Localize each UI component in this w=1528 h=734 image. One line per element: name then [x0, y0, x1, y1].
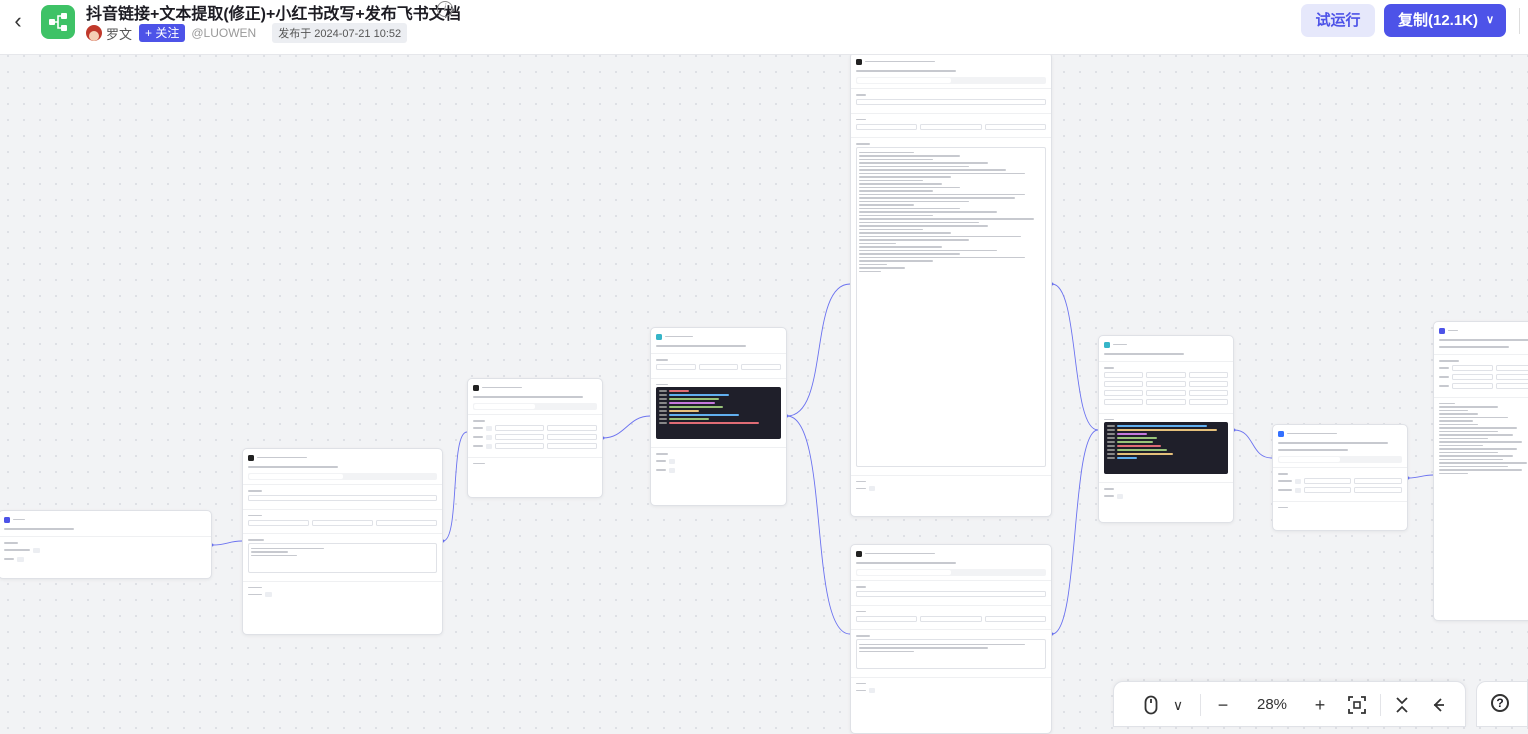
page-title: 抖音链接+文本提取(修正)+小红书改写+发布飞书文档 — [86, 6, 461, 23]
zoom-out-button[interactable]: − — [1212, 693, 1234, 717]
follow-button[interactable]: + 关注 — [139, 24, 186, 42]
edge — [442, 431, 468, 542]
edge — [786, 415, 851, 635]
edge — [1051, 283, 1099, 431]
workflow-node-llm-rewrite[interactable] — [850, 52, 1052, 517]
author-handle: @LUOWEN — [191, 26, 257, 40]
zoom-level: 28% — [1256, 696, 1288, 713]
workflow-icon — [49, 13, 67, 31]
trial-run-button[interactable]: 试运行 — [1301, 4, 1375, 37]
help-button[interactable]: ? — [1476, 681, 1528, 727]
author-name[interactable]: 罗文 — [106, 24, 132, 43]
workflow-node-llm-title[interactable] — [850, 544, 1052, 734]
zoom-in-button[interactable]: + — [1309, 693, 1331, 717]
edge — [1233, 429, 1273, 459]
author-meta: 罗文 + 关注 @LUOWEN 发布于 2024-07-21 10:52 — [86, 23, 408, 43]
workflow-node-llm[interactable] — [242, 448, 443, 635]
avatar[interactable] — [86, 25, 102, 41]
workflow-logo — [41, 5, 75, 39]
workflow-node-start[interactable] — [0, 510, 212, 579]
workflow-node-plugin[interactable] — [467, 378, 603, 498]
minimap-icon[interactable] — [1426, 693, 1448, 717]
workflow-node-end[interactable] — [1433, 321, 1528, 621]
chevron-down-icon[interactable]: ∨ — [1167, 693, 1189, 717]
publish-time: 发布于 2024-07-21 10:52 — [272, 23, 408, 43]
edge — [1051, 429, 1099, 635]
fit-view-icon[interactable] — [1346, 693, 1368, 717]
divider — [1519, 8, 1520, 34]
workflow-node-code-merge[interactable] — [1098, 335, 1234, 523]
divider — [1380, 694, 1381, 716]
copy-button[interactable]: 复制(12.1K) ∨ — [1384, 4, 1506, 37]
edge — [786, 283, 851, 417]
top-bar: ‹ 抖音链接+文本提取(修正)+小红书改写+发布飞书文档 i 罗文 + 关注 @… — [0, 0, 1528, 55]
info-circle-icon[interactable]: i — [437, 1, 453, 17]
divider — [1200, 694, 1201, 716]
help-icon: ? — [1491, 694, 1509, 712]
edge — [602, 415, 651, 439]
mouse-icon[interactable] — [1140, 693, 1162, 717]
workflow-node-code[interactable] — [650, 327, 787, 506]
copy-button-label: 复制(12.1K) — [1398, 12, 1479, 29]
canvas-controls: ∨ − 28% + — [1113, 681, 1466, 727]
collapse-icon[interactable] — [1391, 693, 1413, 717]
back-button[interactable]: ‹ — [6, 10, 30, 34]
chevron-down-icon[interactable]: ∨ — [1486, 4, 1494, 37]
edge — [211, 540, 243, 546]
workflow-node-feishu-doc[interactable] — [1272, 424, 1408, 531]
edge — [1407, 474, 1434, 479]
